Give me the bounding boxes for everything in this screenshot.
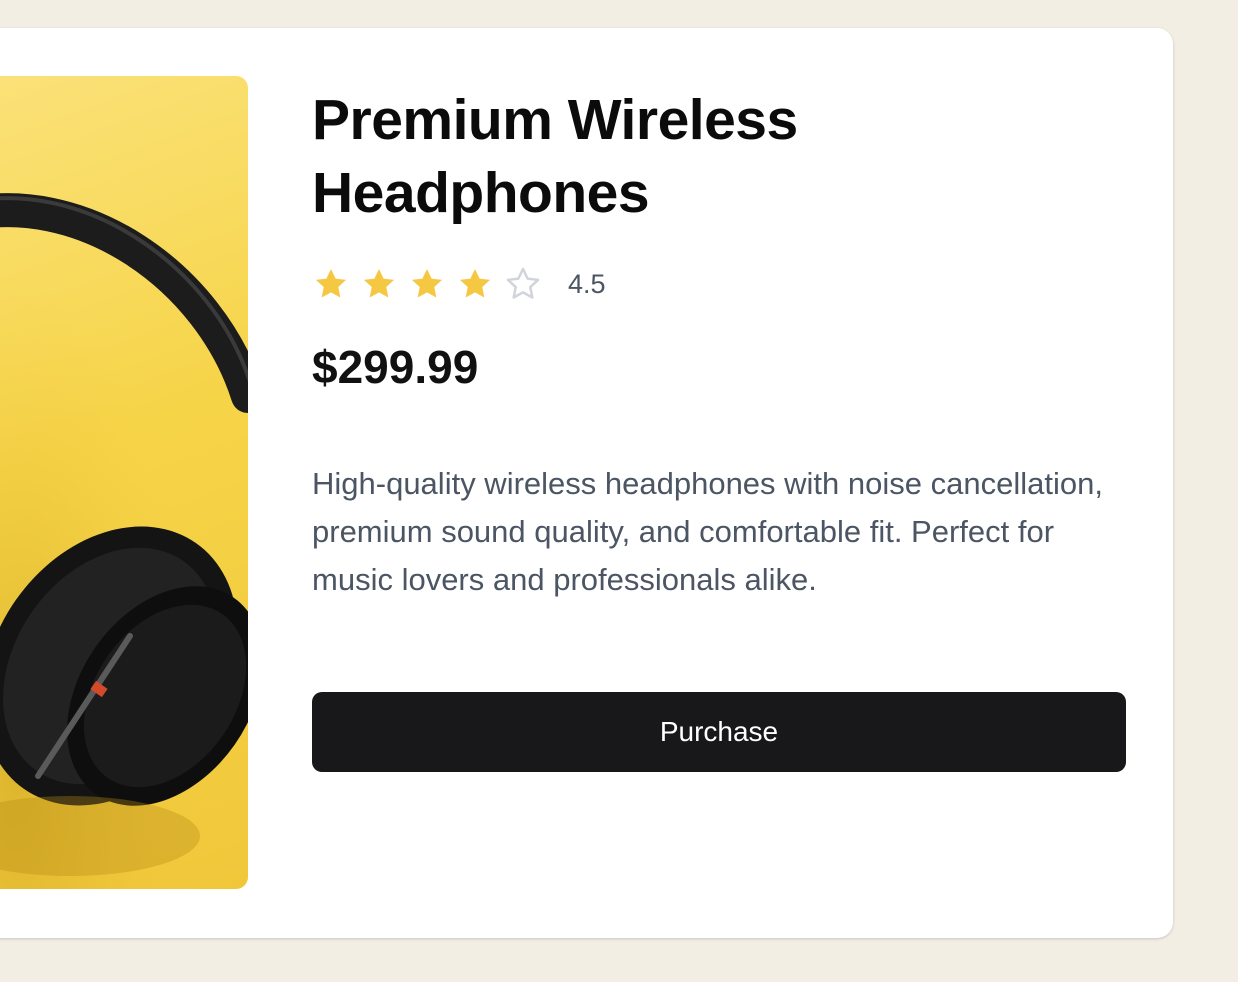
product-price: $299.99 [312, 341, 479, 393]
star-filled-icon [360, 265, 398, 303]
purchase-button[interactable]: Purchase [312, 692, 1126, 772]
headphones-image [0, 76, 248, 889]
product-card: Premium Wireless Headphones 4.5 $299.99 … [0, 28, 1173, 938]
product-image [0, 76, 248, 889]
product-rating: 4.5 [312, 264, 1126, 304]
star-filled-icon [408, 265, 446, 303]
product-title: Premium Wireless Headphones [312, 88, 798, 225]
star-empty-icon [504, 265, 542, 303]
rating-value: 4.5 [568, 268, 606, 299]
product-info: Premium Wireless Headphones 4.5 $299.99 … [312, 84, 1126, 635]
star-filled-icon [456, 265, 494, 303]
star-filled-icon [312, 265, 350, 303]
product-description: High-quality wireless headphones with no… [312, 466, 1103, 597]
